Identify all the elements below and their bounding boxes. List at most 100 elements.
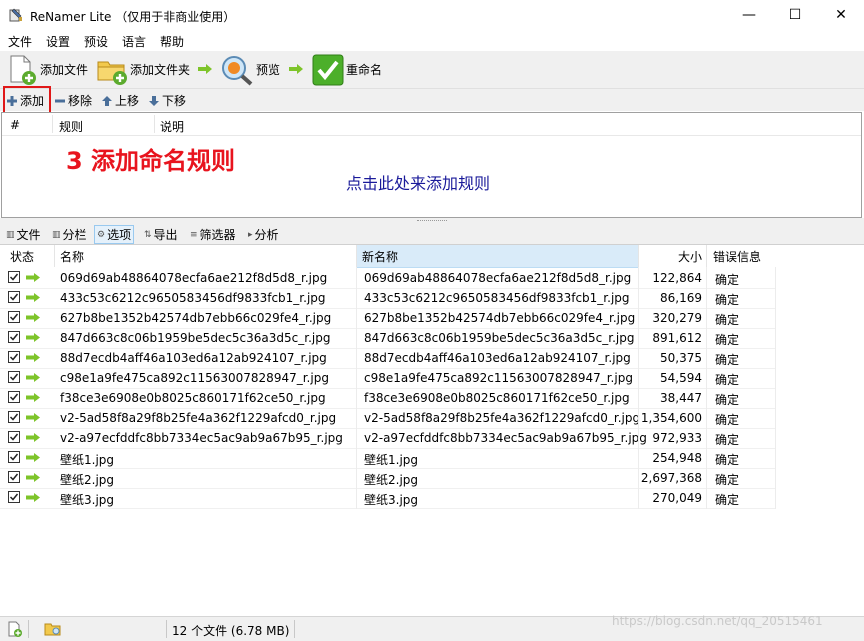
file-row[interactable]: v2-5ad58f8a29f8b25fe4a362f1229afcd0_r.jp… (0, 408, 776, 429)
file-row[interactable]: 433c53c6212c9650583456df9833fcb1_r.jpg 4… (0, 288, 776, 309)
folder-search-icon[interactable] (44, 621, 62, 637)
column-separator[interactable] (52, 115, 53, 133)
rename-button[interactable]: 重命名 (312, 53, 382, 86)
col-new-name[interactable]: 新名称 (362, 248, 398, 266)
column-divider (356, 267, 357, 509)
files-list[interactable]: 状态 名称 新名称 大小 错误信息 069d69ab48864078ecfa6a… (0, 245, 864, 616)
file-row[interactable]: 壁纸3.jpg 壁纸3.jpg 270,049 确定 (0, 488, 776, 509)
tab-analyze[interactable]: ▸ 分析 (248, 226, 279, 243)
title-bar: ReNamer Lite （仅用于非商业使用） — ☐ ✕ (0, 0, 864, 31)
remove-rule-button[interactable]: 移除 (54, 92, 92, 109)
file-checkbox[interactable] (8, 411, 20, 423)
check-icon (9, 333, 19, 341)
tab-columns[interactable]: ▥ 分栏 (52, 226, 87, 243)
check-icon (9, 433, 19, 441)
move-up-button[interactable]: 上移 (101, 92, 139, 109)
tab-options-label: 选项 (107, 228, 132, 242)
file-checkbox[interactable] (8, 471, 20, 483)
column-separator[interactable] (356, 245, 357, 267)
tab-files[interactable]: ▥ 文件 (6, 226, 41, 243)
add-files-button[interactable]: 添加文件 (6, 53, 88, 86)
file-new-name: c98e1a9fe475ca892c11563007828947_r.jpg (364, 371, 633, 385)
file-checkbox[interactable] (8, 311, 20, 323)
tab-export[interactable]: ⇅ 导出 (144, 226, 178, 243)
file-size: 38,447 (660, 391, 702, 405)
app-icon (9, 8, 22, 22)
file-row[interactable]: c98e1a9fe475ca892c11563007828947_r.jpg c… (0, 368, 776, 389)
menu-presets[interactable]: 预设 (84, 33, 108, 50)
file-name: 88d7ecdb4aff46a103ed6a12ab924107_r.jpg (60, 351, 327, 365)
file-checkbox[interactable] (8, 271, 20, 283)
file-name: 壁纸1.jpg (60, 453, 115, 467)
file-name: 069d69ab48864078ecfa6ae212f8d5d8_r.jpg (60, 271, 328, 285)
check-icon (9, 473, 19, 481)
close-button[interactable]: ✕ (818, 0, 864, 31)
file-size: 86,169 (660, 291, 702, 305)
tab-filters[interactable]: ≡ 筛选器 (190, 226, 236, 243)
menu-file[interactable]: 文件 (8, 33, 32, 50)
file-row[interactable]: 壁纸2.jpg 壁纸2.jpg 2,697,368 确定 (0, 468, 776, 489)
add-folder-button[interactable]: 添加文件夹 (96, 53, 190, 86)
file-new-name: 627b8be1352b42574db7ebb66c029fe4_r.jpg (364, 311, 636, 325)
file-row[interactable]: 627b8be1352b42574db7ebb66c029fe4_r.jpg 6… (0, 308, 776, 329)
tab-icon: ▸ (248, 229, 253, 240)
column-separator[interactable] (54, 245, 55, 267)
column-separator[interactable] (154, 115, 155, 133)
add-folder-icon (97, 61, 127, 85)
col-name[interactable]: 名称 (60, 248, 84, 266)
arrow-up-icon (102, 95, 112, 106)
menu-language[interactable]: 语言 (122, 33, 146, 50)
file-size: 50,375 (660, 351, 702, 365)
rules-toolbar: 添加 移除 上移 下移 (0, 89, 864, 111)
status-separator (166, 620, 167, 638)
menu-help[interactable]: 帮助 (160, 33, 184, 50)
file-name: 627b8be1352b42574db7ebb66c029fe4_r.jpg (60, 311, 332, 325)
file-row[interactable]: 847d663c8c06b1959be5dec5c36a3d5c_r.jpg 8… (0, 328, 776, 349)
tab-options[interactable]: ⚙ 选项 (94, 225, 135, 244)
column-separator[interactable] (638, 245, 639, 267)
file-row[interactable]: 壁纸1.jpg 壁纸1.jpg 254,948 确定 (0, 448, 776, 469)
file-name: v2-a97ecfddfc8bb7334ec5ac9ab9a67b95_r.jp… (60, 431, 343, 445)
file-checkbox[interactable] (8, 331, 20, 343)
file-checkbox[interactable] (8, 391, 20, 403)
file-new-name: 847d663c8c06b1959be5dec5c36a3d5c_r.jpg (364, 331, 635, 345)
col-size[interactable]: 大小 (678, 248, 702, 266)
arrow-right-icon (26, 353, 40, 362)
rules-col-rule[interactable]: 规则 (59, 118, 83, 135)
file-checkbox[interactable] (8, 291, 20, 303)
file-checkbox[interactable] (8, 491, 20, 503)
new-name-header-bg (356, 245, 638, 268)
file-error: 确定 (715, 473, 740, 487)
file-name: 壁纸2.jpg (60, 473, 115, 487)
menu-settings[interactable]: 设置 (46, 33, 70, 50)
file-checkbox[interactable] (8, 371, 20, 383)
splitter-grip[interactable] (417, 220, 447, 223)
tab-icon: ⇅ (144, 229, 152, 240)
file-name: v2-5ad58f8a29f8b25fe4a362f1229afcd0_r.jp… (60, 411, 337, 425)
file-new-name: f38ce3e6908e0b8025c860171f62ce50_r.jpg (364, 391, 630, 405)
file-new-name: 433c53c6212c9650583456df9833fcb1_r.jpg (364, 291, 630, 305)
add-file-icon[interactable] (6, 621, 22, 637)
move-down-button[interactable]: 下移 (148, 92, 186, 109)
minimize-button[interactable]: — (726, 0, 772, 31)
file-checkbox[interactable] (8, 431, 20, 443)
file-row[interactable]: 069d69ab48864078ecfa6ae212f8d5d8_r.jpg 0… (0, 268, 776, 289)
annotation-text: 3 添加命名规则 (66, 147, 236, 175)
tab-icon: ≡ (190, 229, 198, 240)
rules-col-number[interactable]: # (10, 118, 20, 132)
column-separator[interactable] (706, 245, 707, 267)
file-checkbox[interactable] (8, 451, 20, 463)
rules-col-description[interactable]: 说明 (160, 118, 184, 135)
file-checkbox[interactable] (8, 351, 20, 363)
file-size: 891,612 (652, 331, 702, 345)
add-files-label: 添加文件 (40, 63, 89, 77)
add-rule-hint[interactable]: 点击此处来添加规则 (346, 170, 490, 194)
file-row[interactable]: f38ce3e6908e0b8025c860171f62ce50_r.jpg f… (0, 388, 776, 409)
maximize-button[interactable]: ☐ (772, 0, 818, 31)
preview-button[interactable]: 预览 (220, 53, 280, 86)
col-error[interactable]: 错误信息 (713, 248, 761, 266)
file-row[interactable]: v2-a97ecfddfc8bb7334ec5ac9ab9a67b95_r.jp… (0, 428, 776, 449)
col-status[interactable]: 状态 (10, 248, 34, 266)
file-row[interactable]: 88d7ecdb4aff46a103ed6a12ab924107_r.jpg 8… (0, 348, 776, 369)
magnifier-icon (222, 55, 253, 85)
